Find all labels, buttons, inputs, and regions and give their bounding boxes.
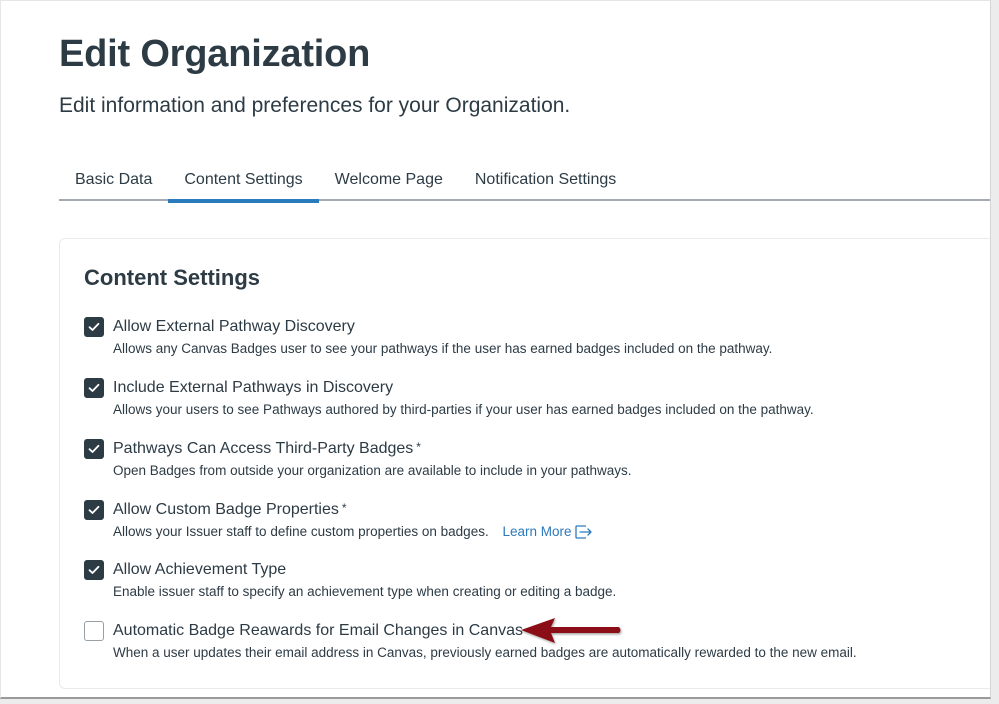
allow-achievement-type-checkbox[interactable]: [84, 560, 104, 580]
setting-description: Open Badges from outside your organizati…: [113, 463, 632, 478]
setting-third-party-badges: Pathways Can Access Third-Party Badges *…: [84, 438, 632, 478]
include-external-pathways-checkbox[interactable]: [84, 378, 104, 398]
checkmark-icon: [88, 322, 100, 331]
setting-description: Enable issuer staff to specify an achiev…: [113, 584, 617, 599]
setting-description: Allows your users to see Pathways author…: [113, 402, 814, 417]
setting-allow-external-pathway-discovery: Allow External Pathway Discovery Allows …: [84, 316, 772, 356]
automatic-badge-reawards-checkbox[interactable]: [84, 621, 104, 641]
arrow-left-icon: [521, 618, 621, 643]
setting-label[interactable]: Automatic Badge Reawards for Email Chang…: [113, 622, 523, 640]
setting-description-row: Allows your Issuer staff to define custo…: [113, 524, 593, 539]
setting-automatic-badge-reawards: Automatic Badge Reawards for Email Chang…: [84, 620, 857, 660]
page-subtitle: Edit information and preferences for you…: [59, 94, 571, 117]
setting-allow-achievement-type: Allow Achievement Type Enable issuer sta…: [84, 559, 616, 599]
setting-custom-badge-properties: Allow Custom Badge Properties * Allows y…: [84, 499, 593, 539]
setting-label[interactable]: Allow Custom Badge Properties: [113, 501, 339, 519]
tab-bar: Basic Data Content Settings Welcome Page…: [59, 161, 990, 203]
checkmark-icon: [88, 505, 100, 514]
checkmark-icon: [88, 565, 100, 574]
required-marker: *: [416, 440, 421, 454]
third-party-badges-checkbox[interactable]: [84, 439, 104, 459]
checkmark-icon: [88, 444, 100, 453]
page-title: Edit Organization: [59, 33, 371, 75]
custom-badge-properties-checkbox[interactable]: [84, 500, 104, 520]
setting-description: Allows any Canvas Badges user to see you…: [113, 341, 773, 356]
tab-welcome-page[interactable]: Welcome Page: [319, 161, 459, 201]
tab-content-settings[interactable]: Content Settings: [168, 161, 319, 203]
tab-basic-data[interactable]: Basic Data: [59, 161, 168, 201]
required-marker: *: [341, 501, 347, 515]
setting-label[interactable]: Allow Achievement Type: [113, 561, 286, 579]
setting-description: When a user updates their email address …: [113, 645, 857, 660]
setting-label[interactable]: Pathways Can Access Third-Party Badges: [113, 440, 413, 458]
learn-more-link[interactable]: Learn More: [502, 524, 592, 539]
app-window: Edit Organization Edit information and p…: [0, 0, 991, 699]
setting-label[interactable]: Allow External Pathway Discovery: [113, 318, 355, 336]
setting-label[interactable]: Include External Pathways in Discovery: [113, 379, 393, 397]
learn-more-label[interactable]: Learn More: [502, 524, 571, 539]
external-link-icon: [574, 525, 592, 539]
setting-description: Allows your Issuer staff to define custo…: [113, 524, 489, 539]
setting-include-external-pathways: Include External Pathways in Discovery A…: [84, 377, 814, 417]
tab-notification-settings[interactable]: Notification Settings: [459, 161, 632, 201]
checkmark-icon: [88, 383, 100, 392]
section-title: Content Settings: [84, 265, 260, 290]
allow-external-pathway-discovery-checkbox[interactable]: [84, 317, 104, 337]
